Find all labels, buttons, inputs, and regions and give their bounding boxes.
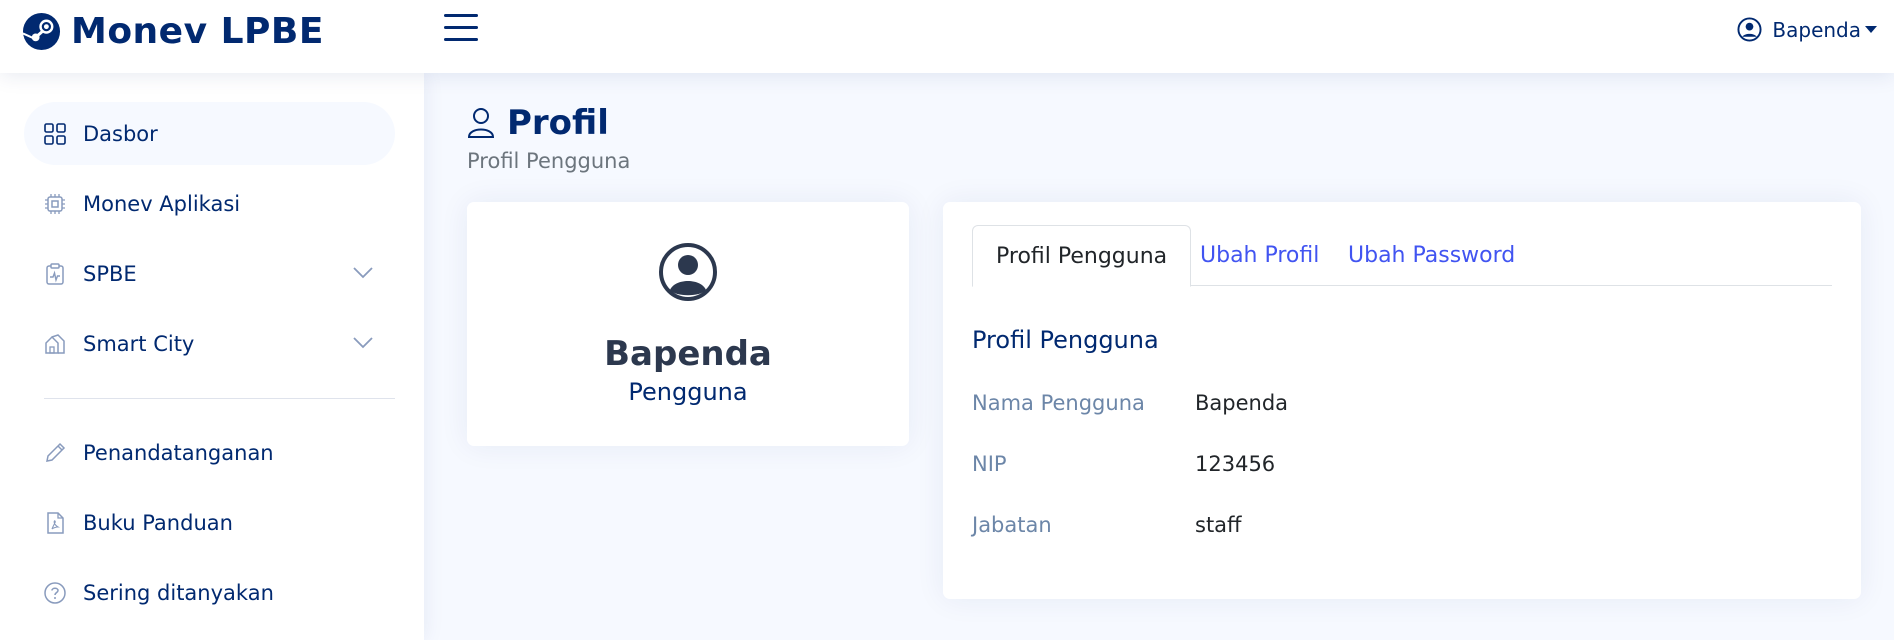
field-value-nip: 123456 — [1195, 452, 1276, 476]
person-icon — [467, 108, 495, 138]
profile-tabs: Profil Pengguna Ubah Profil Ubah Passwor… — [972, 225, 1832, 287]
page-title: Profil — [507, 103, 609, 143]
chevron-down-icon — [353, 337, 373, 349]
tab-profil-pengguna[interactable]: Profil Pengguna — [972, 225, 1192, 287]
field-value-nama-pengguna: Bapenda — [1195, 391, 1289, 415]
caret-down-icon — [1865, 26, 1877, 33]
field-value-jabatan: staff — [1195, 513, 1242, 537]
clipboard-pulse-icon — [46, 262, 64, 285]
houses-icon — [45, 333, 65, 354]
tab-ubah-password[interactable]: Ubah Password — [1325, 225, 1538, 286]
cpu-icon — [45, 193, 65, 214]
avatar — [659, 243, 717, 301]
field-label-nama-pengguna: Nama Pengguna — [972, 391, 1145, 415]
hamburger-menu-icon[interactable] — [444, 12, 478, 44]
file-pdf-icon — [47, 511, 64, 534]
sidebar-item-smart-city[interactable]: Smart City — [24, 312, 395, 375]
sidebar: Dasbor Monev Aplikasi SPBE Smart City Pe… — [0, 73, 424, 640]
profile-name: Bapenda — [604, 334, 772, 374]
sidebar-item-label: Sering ditanyakan — [83, 580, 274, 605]
pencil-icon — [46, 442, 66, 462]
sidebar-divider — [44, 398, 395, 399]
page-heading: Profil Profil Pengguna — [467, 103, 630, 173]
field-label-nip: NIP — [972, 452, 1007, 476]
top-header: Monev LPBE Bapenda — [0, 0, 1894, 73]
tab-ubah-profil[interactable]: Ubah Profil — [1177, 225, 1342, 286]
user-menu-dropdown[interactable]: Bapenda — [1737, 17, 1877, 42]
sidebar-item-label: Buku Panduan — [83, 510, 233, 535]
user-circle-icon — [1737, 17, 1762, 42]
grid-icon — [44, 122, 66, 145]
user-name: Bapenda — [1772, 17, 1861, 42]
sidebar-item-label: Monev Aplikasi — [83, 191, 241, 216]
profile-card: Bapenda Pengguna — [467, 202, 909, 446]
sidebar-item-sering-ditanyakan[interactable]: Sering ditanyakan — [24, 561, 395, 624]
question-circle-icon — [44, 581, 66, 604]
sidebar-item-label: Smart City — [83, 331, 195, 356]
page-subtitle: Profil Pengguna — [467, 149, 631, 173]
sidebar-item-label: SPBE — [83, 261, 137, 286]
page-title-row: Profil — [467, 103, 630, 143]
sidebar-item-monev-aplikasi[interactable]: Monev Aplikasi — [24, 172, 395, 235]
profile-detail-card: Profil Pengguna Ubah Profil Ubah Passwor… — [943, 202, 1861, 599]
chevron-down-icon — [353, 267, 373, 279]
sidebar-item-buku-panduan[interactable]: Buku Panduan — [24, 491, 395, 554]
sidebar-item-penandatanganan[interactable]: Penandatanganan — [24, 421, 395, 484]
sidebar-item-label: Dasbor — [83, 121, 158, 146]
sidebar-item-spbe[interactable]: SPBE — [24, 242, 395, 305]
section-title: Profil Pengguna — [972, 326, 1159, 354]
sidebar-item-dasbor[interactable]: Dasbor — [24, 102, 395, 165]
steam-logo-icon — [22, 12, 61, 51]
profile-role: Pengguna — [628, 378, 748, 406]
field-label-jabatan: Jabatan — [972, 513, 1052, 537]
app-logo[interactable]: Monev LPBE — [22, 11, 324, 52]
sidebar-item-label: Penandatanganan — [83, 440, 274, 465]
app-title: Monev LPBE — [71, 11, 324, 52]
